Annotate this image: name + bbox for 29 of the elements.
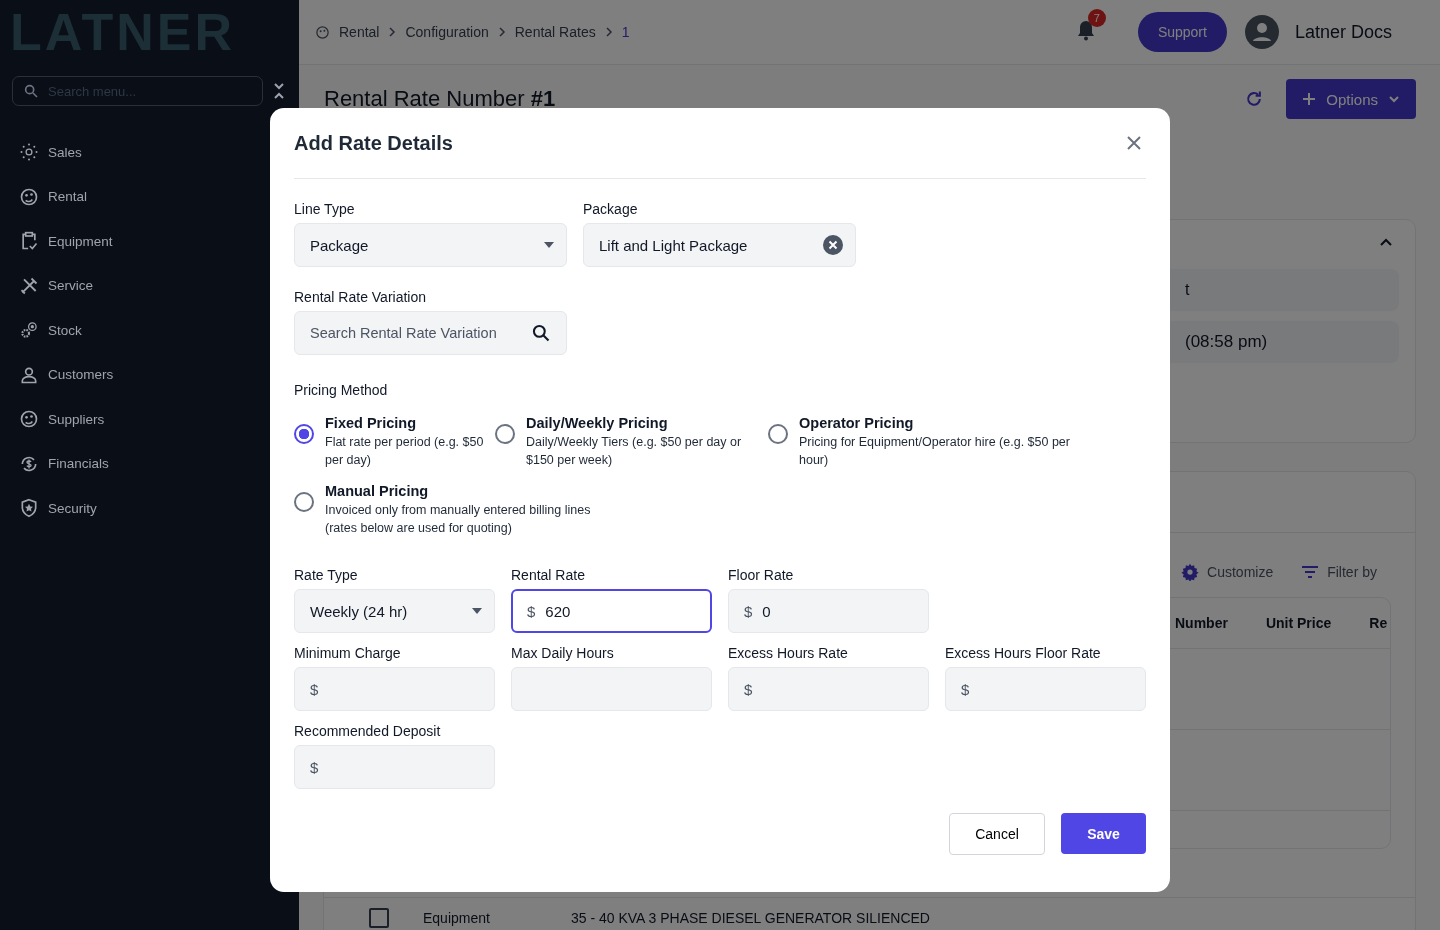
field-label: Minimum Charge [294,645,402,661]
field-label: Line Type [294,201,356,217]
field-label: Rental Rate Variation [294,289,428,305]
field-label: Max Daily Hours [511,645,615,661]
notification-badge: 7 [1087,9,1106,27]
option-title: Operator Pricing [799,415,915,431]
option-title: Fixed Pricing [325,415,418,431]
option-title: Manual Pricing [325,483,430,499]
table-cell-text: Equipment [423,910,491,926]
option-description: Flat rate per period (e.g. $50 per day) [325,434,484,469]
option-title: Daily/Weekly Pricing [526,415,669,431]
field-label: Excess Hours Floor Rate [945,645,1102,661]
field-label: Package [583,201,639,217]
column-header: Re [1369,615,1388,631]
option-description: Invoiced only from manually entered billing lines (rates below are used for quoting) [325,502,592,537]
option-description: Daily/Weekly Tiers (e.g. $50 per day or $150 per week) [526,434,743,469]
column-header: Unit Price [1265,615,1332,631]
user-name: Latner Docs [1294,21,1392,43]
page-title: Rental Rate Number #1 [324,86,556,112]
field-label: Excess Hours Rate [728,645,849,661]
dialog-title: Add Rate Details [294,131,453,155]
field-label: Pricing Method [294,382,388,398]
option-description: Pricing for Equipment/Operator hire (e.g. $50 per hour) [799,434,1071,469]
column-header: Number [1175,615,1228,631]
field-label: Floor Rate [728,567,795,583]
field-label: Recommended Deposit [294,723,442,739]
field-label: Rental Rate [511,567,586,583]
table-cell: 35 - 40 KVA 3 PHASE DIESEL GENERATOR SILIENCED [571,910,930,926]
field-label: Rate Type [294,567,359,583]
